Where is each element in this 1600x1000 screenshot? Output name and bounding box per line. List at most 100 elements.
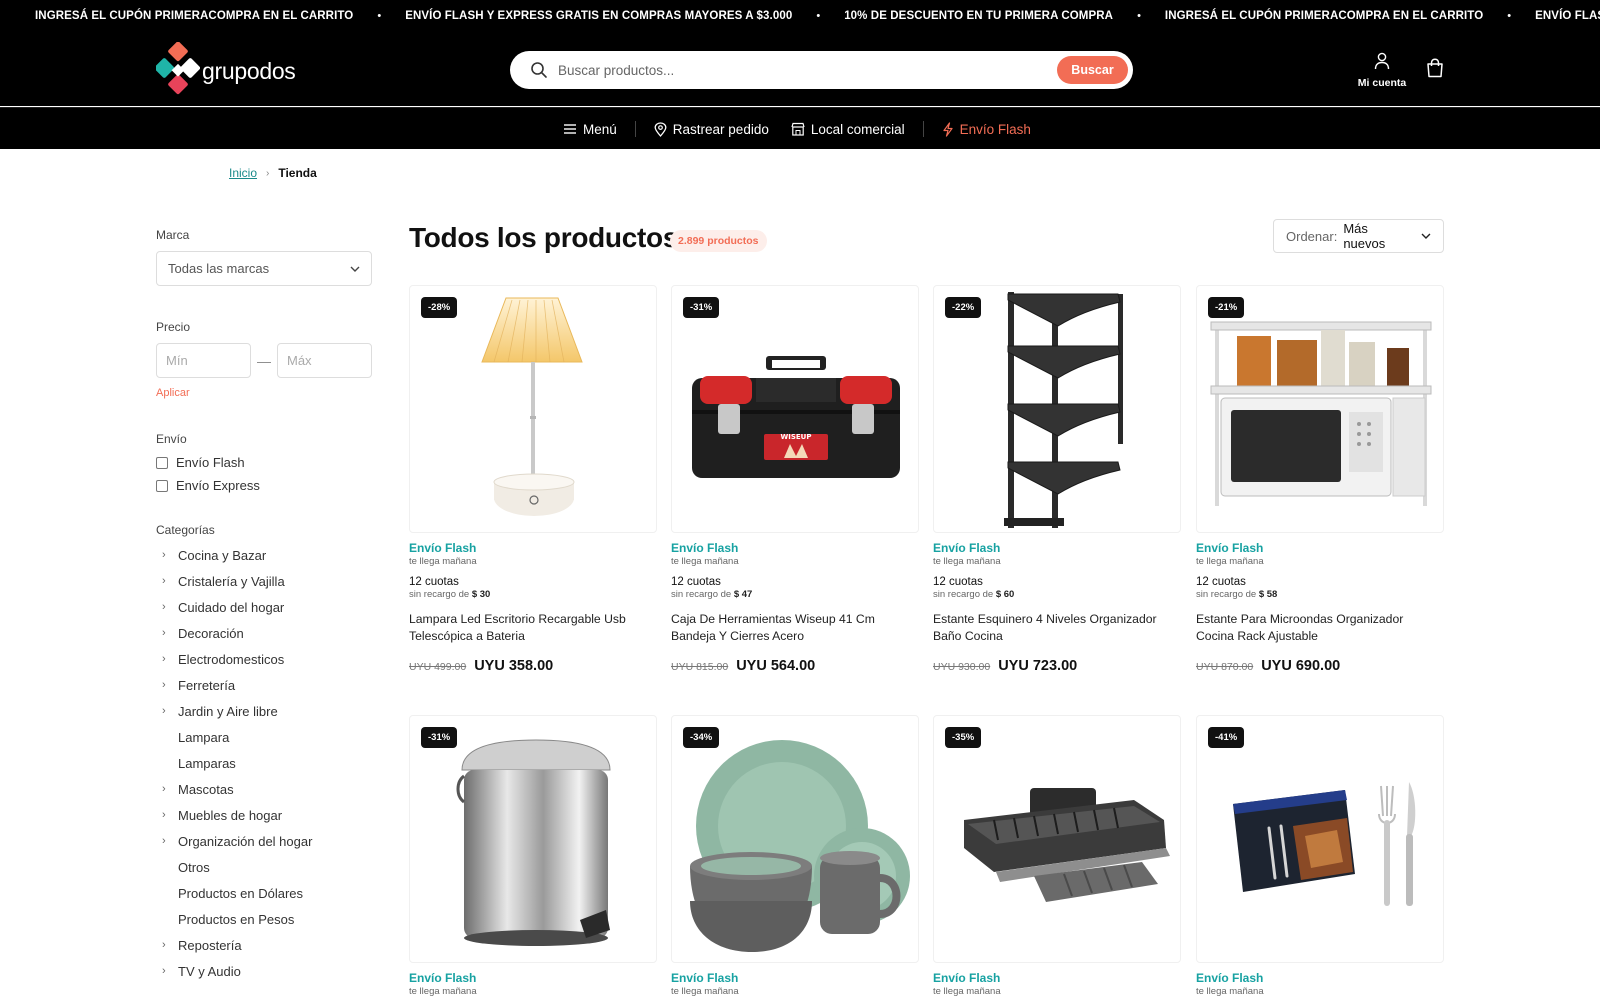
category-item[interactable]: › Repostería <box>156 932 372 958</box>
chevron-right-icon[interactable]: › <box>156 705 178 717</box>
category-item[interactable]: › Jardin y Aire libre <box>156 698 372 724</box>
price-min-input[interactable] <box>156 343 251 378</box>
search-input[interactable] <box>558 51 1038 89</box>
search-bar: Buscar <box>510 51 1133 89</box>
cutlery-set-image <box>1233 782 1416 906</box>
checkbox[interactable] <box>156 456 168 469</box>
old-price: UYU 930.00 <box>933 661 991 673</box>
sort-select[interactable]: Ordenar: Más nuevos <box>1273 219 1444 253</box>
apply-price-link[interactable]: Aplicar <box>156 387 372 399</box>
chevron-right-icon[interactable]: › <box>156 627 178 639</box>
chevron-right-icon[interactable]: › <box>156 575 178 587</box>
location-pin-icon <box>654 121 667 137</box>
installment-amount: $ 58 <box>1258 589 1278 600</box>
nav-store[interactable]: Local comercial <box>791 122 905 137</box>
site-logo[interactable]: grupodos <box>156 42 296 100</box>
current-price: UYU 723.00 <box>998 658 1078 674</box>
chevron-right-icon[interactable]: › <box>156 939 178 951</box>
category-item[interactable]: ›Lamparas <box>156 750 372 776</box>
shipping-eta: te llega mañana <box>671 986 739 997</box>
category-item[interactable]: › Cristalería y Vajilla <box>156 568 372 594</box>
cart-button[interactable] <box>1426 58 1444 83</box>
chevron-right-icon[interactable]: › <box>156 965 178 977</box>
product-image[interactable]: -34% <box>671 715 919 963</box>
category-item[interactable]: › Cocina y Bazar <box>156 542 372 568</box>
category-item[interactable]: ›Productos en Pesos <box>156 906 372 932</box>
breadcrumb-separator: › <box>266 167 270 179</box>
product-image[interactable]: -35% <box>933 715 1181 963</box>
category-item[interactable]: › Ferretería <box>156 672 372 698</box>
shipping-label: Envío Flash <box>1196 541 1264 555</box>
main-nav: Menú Rastrear pedido Local comercial Env… <box>0 107 1600 149</box>
price-max-input[interactable] <box>277 343 372 378</box>
breadcrumb-home-link[interactable]: Inicio <box>229 166 257 180</box>
category-item[interactable]: › Organización del hogar <box>156 828 372 854</box>
category-item[interactable]: › TV y Audio <box>156 958 372 984</box>
category-label: Cuidado del hogar <box>178 599 285 615</box>
brand-select[interactable]: Todas las marcas <box>156 251 372 286</box>
promo-bar: INGRESÁ EL CUPÓN PRIMERACOMPRA EN EL CAR… <box>0 0 1600 34</box>
chevron-right-icon[interactable]: › <box>156 653 178 665</box>
nav-divider <box>634 121 636 137</box>
chevron-right-icon[interactable]: › <box>156 549 178 561</box>
corner-shelf-image <box>1004 292 1123 528</box>
product-image[interactable]: -31% <box>409 715 657 963</box>
chevron-right-icon[interactable]: › <box>156 783 178 795</box>
chevron-down-icon <box>350 266 360 272</box>
shipping-express-option[interactable]: Envío Express <box>156 478 372 493</box>
promo-separator: • <box>1507 10 1512 22</box>
category-item[interactable]: › Decoración <box>156 620 372 646</box>
category-item[interactable]: › Muebles de hogar <box>156 802 372 828</box>
category-item[interactable]: ›Lampara <box>156 724 372 750</box>
breadcrumb-current: Tienda <box>278 166 317 180</box>
shipping-eta: te llega mañana <box>933 556 1001 567</box>
category-label: Ferretería <box>178 677 236 693</box>
product-image[interactable]: WISEUP -31% <box>671 285 919 533</box>
category-item[interactable]: › Mascotas <box>156 776 372 802</box>
product-image[interactable]: -22% <box>933 285 1181 533</box>
chevron-right-icon[interactable]: › <box>156 601 178 613</box>
search-icon <box>531 62 547 78</box>
product-name[interactable]: Caja De Herramientas Wiseup 41 Cm Bandej… <box>671 611 919 645</box>
product-card[interactable]: -22% Envío Flash te llega mañana 12 cuot… <box>933 285 1181 674</box>
category-item[interactable]: ›Otros <box>156 854 372 880</box>
microwave-rack-image <box>1210 321 1432 506</box>
account-link[interactable]: Mi cuenta <box>1354 52 1410 89</box>
nav-flash-shipping[interactable]: Envío Flash <box>942 122 1031 137</box>
product-image[interactable]: -41% <box>1196 715 1444 963</box>
product-name[interactable]: Estante Para Microondas Organizador Coci… <box>1196 611 1444 645</box>
search-button[interactable]: Buscar <box>1057 56 1128 84</box>
nav-track-label: Rastrear pedido <box>672 121 769 137</box>
category-item[interactable]: › Electrodomesticos <box>156 646 372 672</box>
product-card[interactable]: -34% Envío Flash te llega mañana <box>671 715 919 997</box>
categories-heading: Categorías <box>156 523 215 537</box>
shipping-flash-option[interactable]: Envío Flash <box>156 455 372 470</box>
shipping-label: Envío Flash <box>409 971 477 985</box>
product-card[interactable]: -21% Envío Flash te llega mañana 12 cuot… <box>1196 285 1444 674</box>
chevron-right-icon[interactable]: › <box>156 809 178 821</box>
category-item[interactable]: › Cuidado del hogar <box>156 594 372 620</box>
product-card[interactable]: WISEUP -31% Envío Flash te llega mañana … <box>671 285 919 674</box>
product-image[interactable]: -28% <box>409 285 657 533</box>
nav-menu[interactable]: Menú <box>563 122 617 137</box>
product-name[interactable]: Lampara Led Escritorio Recargable Usb Te… <box>409 611 657 645</box>
installments-detail: sin recargo de $ 47 <box>671 589 753 600</box>
category-label: Electrodomesticos <box>178 651 285 667</box>
chevron-right-icon[interactable]: › <box>156 679 178 691</box>
current-price: UYU 690.00 <box>1261 658 1341 674</box>
product-name[interactable]: Estante Esquinero 4 Niveles Organizador … <box>933 611 1181 645</box>
nav-track-order[interactable]: Rastrear pedido <box>654 122 769 137</box>
category-item[interactable]: ›Productos en Dólares <box>156 880 372 906</box>
product-card[interactable]: -31% Envío Flash te llega mañana <box>409 715 657 997</box>
filter-sidebar: Marca Todas las marcas Precio — Aplicar … <box>156 228 372 984</box>
discount-badge: -31% <box>683 297 720 318</box>
old-price: UYU 815.00 <box>671 661 729 673</box>
product-card[interactable]: -41% Envío Flash te llega mañana <box>1196 715 1444 997</box>
product-image[interactable]: -21% <box>1196 285 1444 533</box>
shipping-eta: te llega mañana <box>933 986 1001 997</box>
product-card[interactable]: -28% Envío Flash te llega mañana 12 cuot… <box>409 285 657 674</box>
checkbox[interactable] <box>156 479 168 492</box>
chevron-right-icon[interactable]: › <box>156 835 178 847</box>
nav-menu-label: Menú <box>583 121 617 137</box>
product-card[interactable]: -35% Envío Flash te llega mañana <box>933 715 1181 997</box>
